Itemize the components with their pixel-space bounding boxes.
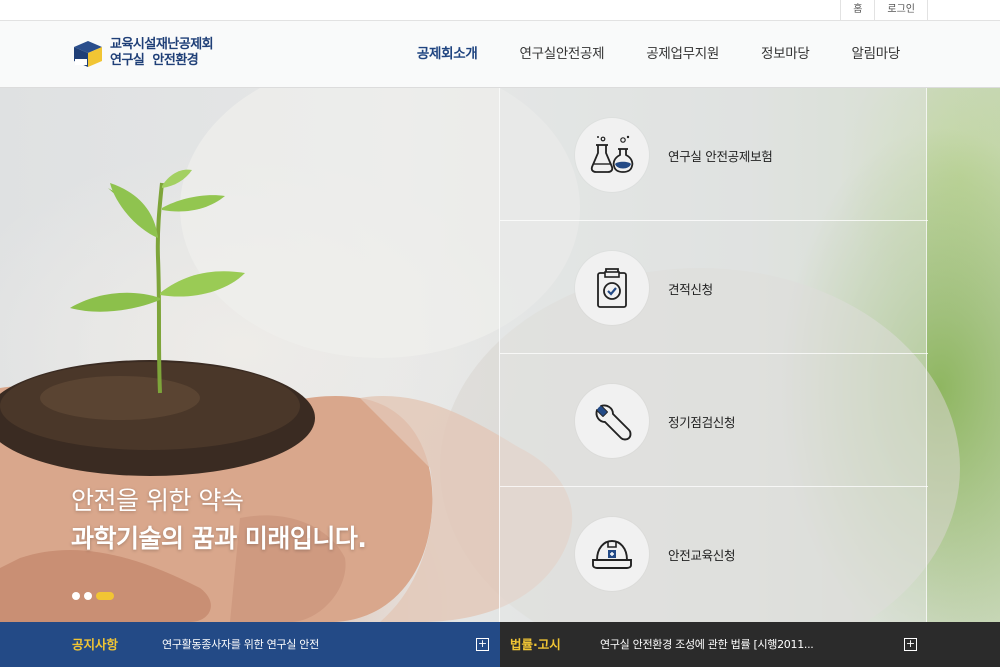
hero-line-2: 과학기술의 꿈과 미래입니다. [71,524,367,553]
notice-section: 공지사항 연구활동종사자를 위한 연구실 안전 + [0,622,500,667]
utility-links: 홈 로그인 [840,0,928,21]
service-regular-inspection[interactable]: 정기점검신청 [500,354,928,487]
nav-info[interactable]: 정보마당 [761,21,810,88]
slide-dot-1[interactable] [72,592,80,600]
utility-bar: 홈 로그인 [0,0,1000,21]
logo-org-name: 교육시설재난공제회 [110,37,214,52]
nav-mutual-support[interactable]: 공제업무지원 [646,21,719,88]
flask-icon [575,118,649,192]
law-more-button[interactable]: + [904,638,917,651]
safety-helmet-icon [575,517,649,591]
hero-headline: 안전을 위한 약속 과학기술의 꿈과 미래입니다. [71,482,367,558]
nav-lab-safety-mutual[interactable]: 연구실안전공제 [519,21,604,88]
service-lab-insurance-label: 연구실 안전공제보험 [668,149,773,164]
login-link[interactable]: 로그인 [874,0,928,21]
service-safety-education[interactable]: 안전교육신청 [500,487,928,620]
hero-line-1: 안전을 위한 약속 [71,486,244,515]
main-nav: 공제회소개 연구실안전공제 공제업무지원 정보마당 알림마당 [375,21,900,88]
bottom-news-bar: 공지사항 연구활동종사자를 위한 연구실 안전 + 법률·고시 연구실 안전환경… [0,622,1000,667]
logo-site-name: 연구실 안전환경 [110,53,199,68]
service-quote-request[interactable]: 견적신청 [500,221,928,354]
clipboard-check-icon [575,251,649,325]
quick-service-panel: 연구실 안전공제보험 견적신청 정기점검신청 안전교육신청 [499,88,928,622]
site-header: 교육시설재난공제회 연구실 안전환경 공제회소개 연구실안전공제 공제업무지원 … [0,21,1000,88]
home-link[interactable]: 홈 [840,0,874,21]
service-quote-request-label: 견적신청 [668,282,713,297]
service-regular-inspection-label: 정기점검신청 [668,415,736,430]
site-logo[interactable]: 교육시설재난공제회 연구실 안전환경 [72,37,214,69]
law-section: 법률·고시 연구실 안전환경 조성에 관한 법률 [시행2011... + [500,622,1000,667]
notice-latest-link[interactable]: 연구활동종사자를 위한 연구실 안전 [162,622,319,667]
law-latest-link[interactable]: 연구실 안전환경 조성에 관한 법률 [시행2011... [600,622,814,667]
notice-title: 공지사항 [72,637,119,652]
logo-mark-icon [72,39,103,68]
slide-dot-2[interactable] [84,592,92,600]
service-lab-insurance[interactable]: 연구실 안전공제보험 [500,88,928,221]
nav-about[interactable]: 공제회소개 [417,21,478,88]
hero-visual: 안전을 위한 약속 과학기술의 꿈과 미래입니다. 연구실 안전공제보험 견적신… [0,88,1000,622]
logo-text: 교육시설재난공제회 연구실 안전환경 [110,37,214,69]
wrench-icon [575,384,649,458]
law-title: 법률·고시 [510,637,561,652]
notice-more-button[interactable]: + [476,638,489,651]
slide-indicator [72,592,118,600]
service-safety-education-label: 안전교육신청 [668,548,736,563]
nav-notice[interactable]: 알림마당 [852,21,901,88]
slide-dot-3-active[interactable] [96,592,114,600]
